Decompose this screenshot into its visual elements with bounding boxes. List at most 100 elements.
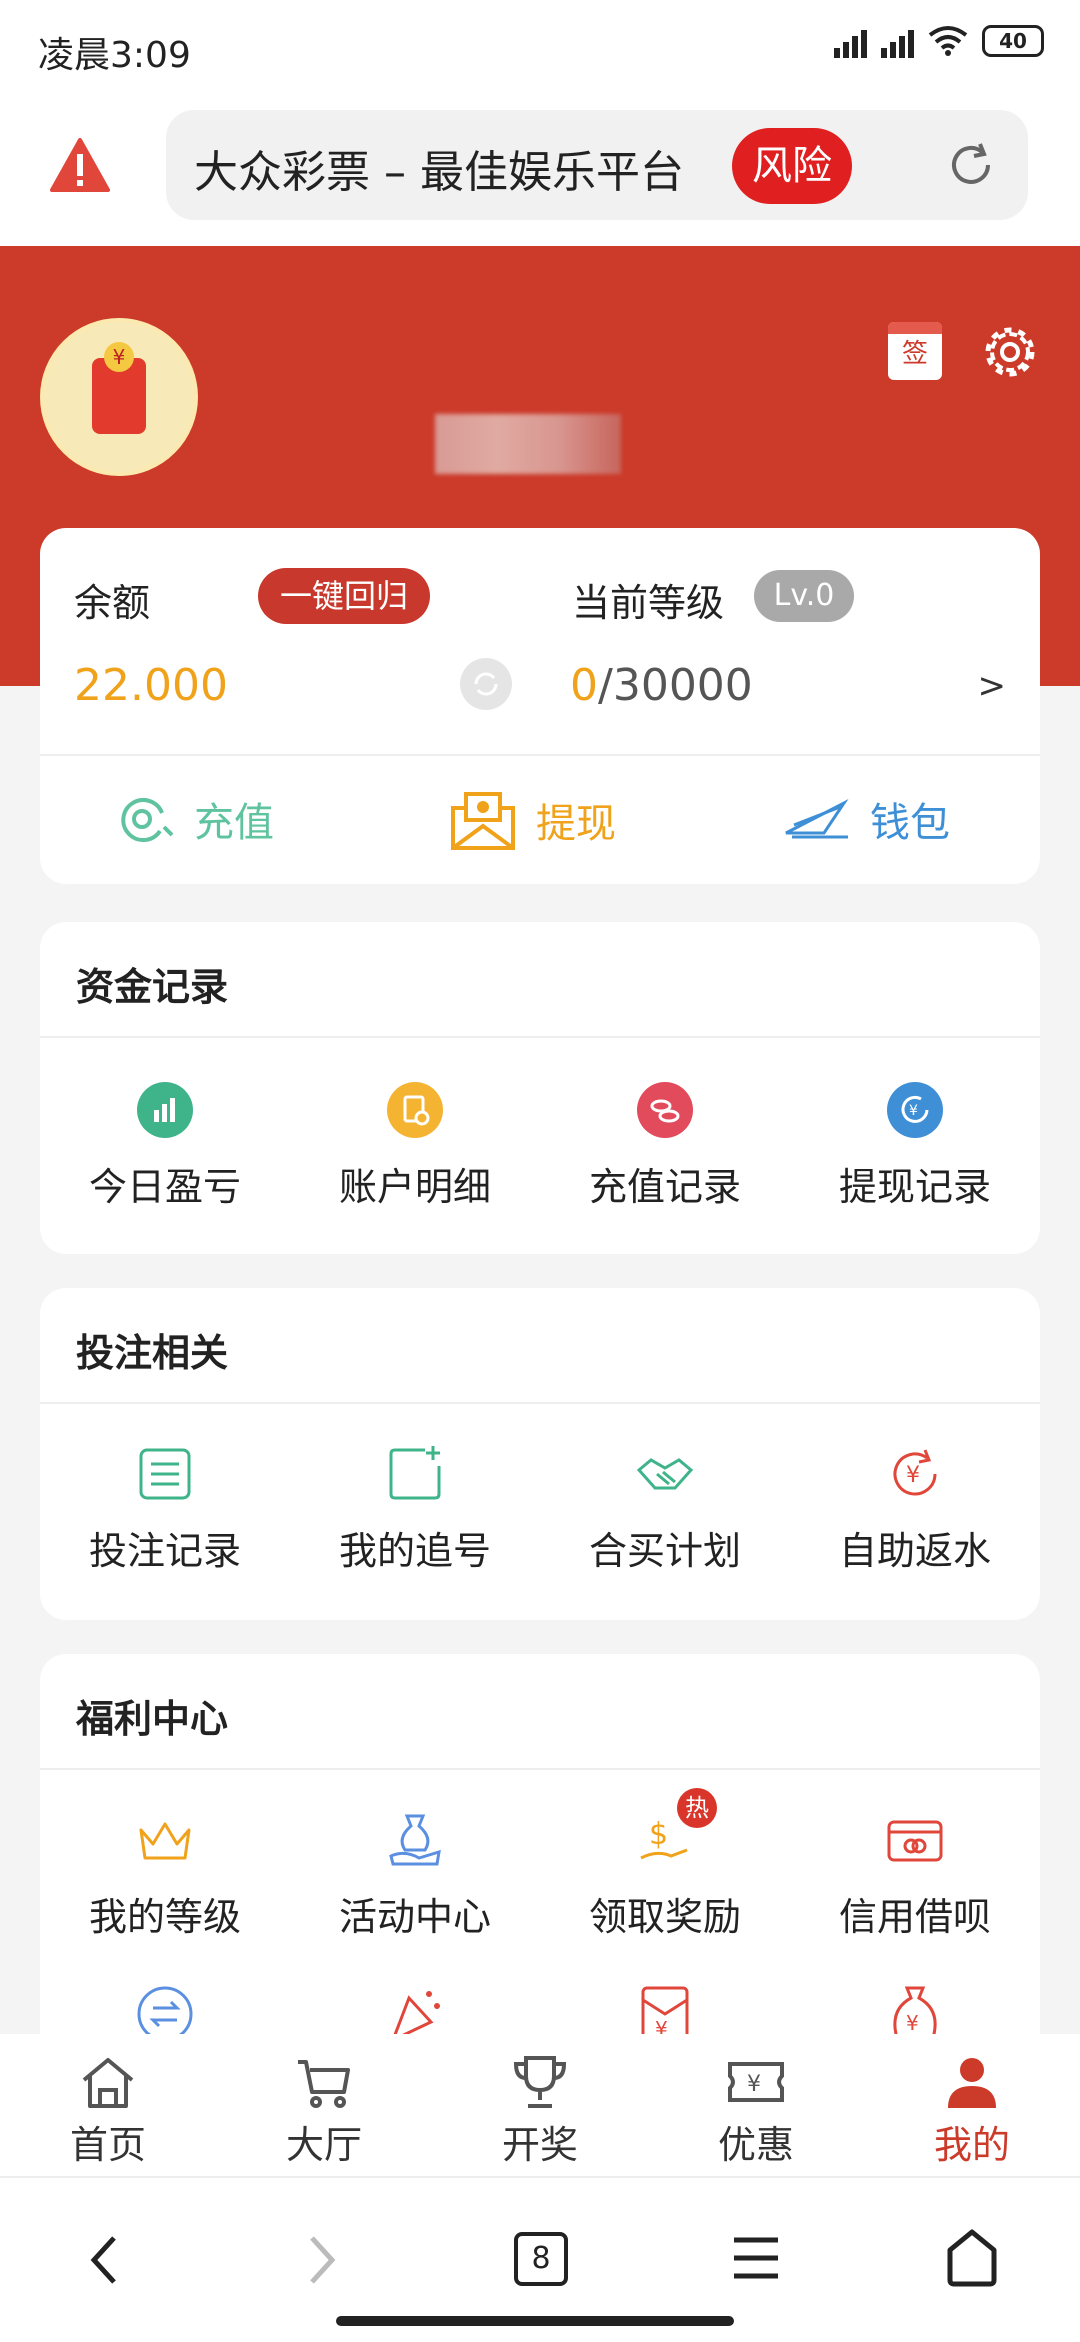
withdraw-button[interactable]: 提现 [450,790,616,850]
credit-loan-item[interactable]: 信用借呗 [790,1810,1040,1941]
group-buy-item[interactable]: 合买计划 [540,1444,790,1575]
menu-icon[interactable] [730,2232,782,2284]
exp-current: 0 [570,660,598,711]
recharge-icon [121,798,174,842]
item-label: 投注记录 [88,1529,241,1573]
svg-text:$: $ [649,1817,668,1852]
item-label: 账户明细 [338,1165,491,1209]
avatar[interactable]: ¥ [40,318,198,476]
home-nav-icon[interactable] [944,2228,1000,2288]
home-indicator[interactable] [336,2316,734,2326]
svg-text:¥: ¥ [906,2011,919,2035]
chart-icon [135,1080,195,1140]
divider [40,1036,1040,1038]
divider [40,1402,1040,1404]
section-title: 福利中心 [76,1697,229,1741]
item-label: 今日盈亏 [88,1165,241,1209]
gear-icon[interactable] [980,322,1040,382]
my-level-item[interactable]: 我的等级 [40,1810,290,1941]
list-icon [135,1444,195,1504]
item-label: 提现记录 [838,1165,991,1209]
tab-label: 首页 [69,2123,146,2167]
my-chase-item[interactable]: 我的追号 [290,1444,540,1575]
level-badge: Lv.0 [754,570,854,622]
battery-icon: 40 [982,25,1044,57]
balance-label: 余额 [74,581,151,625]
today-profit-item[interactable]: 今日盈亏 [40,1080,290,1211]
exp-total: /30000 [598,660,753,711]
claim-reward-item[interactable]: $ 热 领取奖励 [540,1788,790,1941]
recharge-label: 充值 [194,800,274,846]
activity-center-item[interactable]: 活动中心 [290,1810,540,1941]
tab-lobby[interactable]: 大厅 [216,2054,432,2169]
balance-value: 22.000 [74,660,228,711]
hot-badge: 热 [677,1788,717,1828]
item-label: 活动中心 [338,1895,491,1939]
tabs-count-button[interactable]: 8 [514,2232,568,2286]
svg-text:¥: ¥ [747,2072,761,2097]
tab-home[interactable]: 首页 [0,2054,216,2169]
item-label: 自助返水 [838,1529,991,1573]
tab-label: 我的 [933,2123,1010,2167]
refresh-balance-icon[interactable] [460,658,512,710]
yuan-refresh-icon: ¥ [885,1444,945,1504]
recharge-record-item[interactable]: 充值记录 [540,1080,790,1211]
tab-mine[interactable]: 我的 [864,2054,1080,2169]
status-icons: 40 [834,24,1044,58]
wallet-icon [785,798,849,839]
browser-nav-bar: 8 [0,2176,1080,2342]
handshake-icon [635,1444,695,1504]
svg-text:¥: ¥ [906,1463,920,1488]
dollar-hand-icon: $ 热 [635,1788,717,1870]
divider [40,1768,1040,1770]
tab-label: 优惠 [717,2123,794,2167]
balance-card: 余额 一键回归 当前等级 Lv.0 22.000 0/30000 > 充值 提现… [40,528,1040,884]
level-label: 当前等级 [572,581,725,625]
item-label: 信用借呗 [838,1895,991,1939]
item-label: 领取奖励 [588,1895,741,1939]
coin-icon: ¥ [104,342,134,372]
withdraw-label: 提现 [536,801,616,847]
cart-icon [298,2060,350,2108]
fund-records-section: 资金记录 今日盈亏 账户明细 充值记录 ¥ 提现记录 [40,922,1040,1254]
username-blurred [435,414,621,474]
moneybag-hand-icon [385,1810,445,1870]
status-bar: 凌晨3:09 40 [0,0,1080,96]
welfare-center-section: 福利中心 我的等级 活动中心 $ 热 领取奖励 信用借呗 ¥ ¥ [40,1654,1040,2074]
card-icon [885,1810,945,1870]
back-icon[interactable] [84,2232,124,2288]
user-icon [948,2058,996,2108]
warning-icon[interactable] [50,138,110,192]
risk-badge[interactable]: 风险 [732,128,852,204]
add-note-icon [385,1444,445,1504]
url-field[interactable]: 大众彩票 – 最佳娱乐平台 风险 [166,110,1028,220]
status-time: 凌晨3:09 [38,35,191,76]
trophy-icon [513,2056,567,2108]
one-click-return-button[interactable]: 一键回归 [258,568,430,624]
bottom-tab-bar: 首页 大厅 开奖 ¥ 优惠 我的 [0,2034,1080,2176]
withdraw-record-item[interactable]: ¥ 提现记录 [790,1080,1040,1211]
svg-text:¥: ¥ [909,1103,918,1119]
item-label: 充值记录 [588,1165,741,1209]
wallet-button[interactable]: 钱包 [784,790,950,848]
browser-url-bar: 大众彩票 – 最佳娱乐平台 风险 [0,96,1080,246]
level-more-arrow[interactable]: > [978,666,1007,706]
bet-related-section: 投注相关 投注记录 我的追号 合买计划 ¥ 自助返水 [40,1288,1040,1620]
self-rebate-item[interactable]: ¥ 自助返水 [790,1444,1040,1575]
recharge-button[interactable]: 充值 [114,790,274,848]
account-detail-item[interactable]: 账户明细 [290,1080,540,1211]
item-label: 我的追号 [338,1529,491,1573]
tab-promotions[interactable]: ¥ 优惠 [648,2054,864,2169]
section-title: 投注相关 [76,1331,229,1375]
tab-draw[interactable]: 开奖 [432,2054,648,2169]
page-title: 大众彩票 – 最佳娱乐平台 [194,147,684,198]
coins-icon [635,1080,695,1140]
forward-icon[interactable] [302,2232,342,2288]
bet-record-item[interactable]: 投注记录 [40,1444,290,1575]
reload-icon[interactable] [944,138,998,192]
item-label: 合买计划 [588,1529,741,1573]
signin-icon[interactable]: 签 [888,322,942,380]
wallet-label: 钱包 [870,800,950,846]
tab-label: 开奖 [501,2123,578,2167]
section-title: 资金记录 [76,965,229,1009]
